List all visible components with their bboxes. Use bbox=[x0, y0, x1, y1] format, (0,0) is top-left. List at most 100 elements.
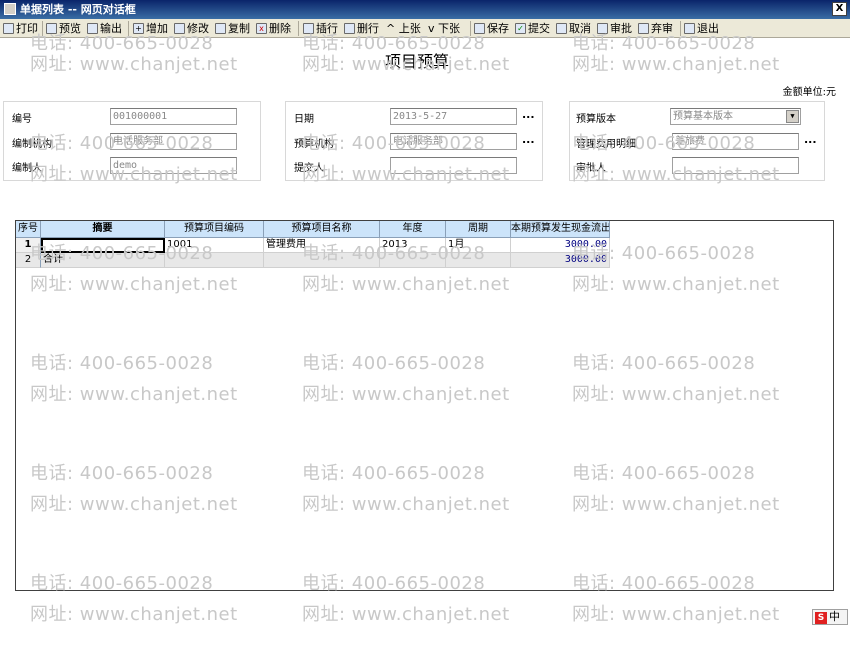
year-cell bbox=[380, 253, 446, 268]
exit-icon bbox=[684, 22, 695, 34]
page-title: 项目预算 bbox=[385, 52, 450, 71]
toolbar-separator bbox=[680, 21, 681, 36]
toolbar-separator bbox=[298, 21, 299, 36]
detail-label: 管理费用明细 bbox=[576, 139, 636, 150]
save-icon bbox=[474, 22, 485, 34]
cancel-button[interactable]: 取消 bbox=[556, 21, 591, 36]
ime-mode-label: 中 bbox=[829, 610, 840, 623]
print-button[interactable]: 打印 bbox=[3, 21, 38, 36]
approve-button[interactable]: 审批 bbox=[597, 21, 632, 36]
watermark-site: 网址: www.chanjet.net bbox=[302, 604, 510, 625]
summary-cell: 合计 bbox=[41, 253, 165, 268]
save-button[interactable]: 保存 bbox=[474, 21, 509, 36]
export-icon bbox=[87, 22, 98, 34]
summary-cell[interactable] bbox=[41, 238, 165, 253]
approver-field[interactable] bbox=[672, 157, 799, 174]
period-cell bbox=[446, 253, 511, 268]
pencil-icon bbox=[174, 22, 185, 34]
date-picker-button[interactable]: ... bbox=[522, 108, 535, 121]
row-number: 1 bbox=[16, 238, 41, 253]
window-icon bbox=[4, 3, 16, 15]
doc-no-label: 编号 bbox=[12, 114, 32, 125]
code-cell[interactable]: 1001 bbox=[165, 238, 264, 253]
exit-button[interactable]: 退出 bbox=[684, 21, 719, 36]
cancel-icon bbox=[556, 22, 567, 34]
window-title: 单据列表 -- 网页对话框 bbox=[20, 3, 136, 16]
toolbar-separator bbox=[128, 21, 129, 36]
prev-button[interactable]: ^ 上张 bbox=[386, 21, 421, 36]
amount-unit-label: 金额单位:元 bbox=[782, 87, 836, 98]
printer-icon bbox=[3, 22, 14, 34]
watermark-site: 网址: www.chanjet.net bbox=[30, 604, 238, 625]
preview-button[interactable]: 预览 bbox=[46, 21, 81, 36]
budget-grid: 序号 摘要 预算项目编码 预算项目名称 年度 周期 本期预算发生现金流出 1 1… bbox=[15, 220, 834, 591]
code-cell bbox=[165, 253, 264, 268]
doc-no-field[interactable]: 001000001 bbox=[110, 108, 237, 125]
budget-org-picker-button[interactable]: ... bbox=[522, 133, 535, 146]
submitter-label: 提交人 bbox=[294, 163, 324, 174]
form-group-version: 预算版本 预算基本版本 ▼ 管理费用明细 差旅费 ... 审批人 bbox=[569, 101, 825, 181]
submitter-field[interactable] bbox=[390, 157, 517, 174]
detail-picker-button[interactable]: ... bbox=[804, 133, 817, 146]
date-field[interactable]: 2013-5-27 bbox=[390, 108, 517, 125]
chevron-down-icon[interactable]: ▼ bbox=[786, 110, 799, 123]
header-code[interactable]: 预算项目编码 bbox=[165, 221, 264, 238]
name-cell bbox=[264, 253, 380, 268]
year-cell[interactable]: 2013 bbox=[380, 238, 446, 253]
header-no[interactable]: 序号 bbox=[16, 221, 41, 238]
detail-field[interactable]: 差旅费 bbox=[672, 133, 799, 150]
watermark-site: 网址: www.chanjet.net bbox=[572, 54, 780, 75]
header-summary[interactable]: 摘要 bbox=[41, 221, 165, 238]
preview-icon bbox=[46, 22, 57, 34]
toolbar-separator bbox=[42, 21, 43, 36]
watermark-site: 网址: www.chanjet.net bbox=[30, 54, 238, 75]
delete-button[interactable]: x 删除 bbox=[256, 21, 291, 36]
header-year[interactable]: 年度 bbox=[380, 221, 446, 238]
form-group-date: 日期 2013-5-27 ... 预算机构 电话服务部 ... 提交人 bbox=[285, 101, 543, 181]
delete-icon: x bbox=[256, 22, 267, 34]
period-cell[interactable]: 1月 bbox=[446, 238, 511, 253]
delete-row-button[interactable]: 删行 bbox=[344, 21, 379, 36]
preparer-label: 编制人 bbox=[12, 163, 42, 174]
sogou-logo-icon: S bbox=[815, 612, 827, 624]
toolbar-separator bbox=[470, 21, 471, 36]
budget-org-field[interactable]: 电话服务部 bbox=[390, 133, 517, 150]
modify-button[interactable]: 修改 bbox=[174, 21, 209, 36]
watermark-site: 网址: www.chanjet.net bbox=[572, 604, 780, 625]
add-icon: + bbox=[133, 22, 144, 34]
check-icon: ✓ bbox=[515, 22, 526, 34]
org-label: 编制机构 bbox=[12, 139, 52, 150]
next-button[interactable]: v 下张 bbox=[428, 21, 460, 36]
version-label: 预算版本 bbox=[576, 114, 616, 125]
amount-cell: 3000.00 bbox=[511, 253, 610, 268]
reject-button[interactable]: 弃审 bbox=[638, 21, 673, 36]
add-button[interactable]: + 增加 bbox=[133, 21, 168, 36]
budget-org-label: 预算机构 bbox=[294, 139, 334, 150]
copy-icon bbox=[215, 22, 226, 34]
form-group-basic: 编号 001000001 编制机构 电话服务部 编制人 demo bbox=[3, 101, 261, 181]
export-button[interactable]: 输出 bbox=[87, 21, 122, 36]
window-titlebar: 单据列表 -- 网页对话框 X bbox=[0, 0, 850, 19]
approve-icon bbox=[597, 22, 608, 34]
name-cell[interactable]: 管理费用 bbox=[264, 238, 380, 253]
row-number: 2 bbox=[16, 253, 41, 268]
header-amount[interactable]: 本期预算发生现金流出 bbox=[511, 221, 610, 238]
header-period[interactable]: 周期 bbox=[446, 221, 511, 238]
close-button[interactable]: X bbox=[832, 2, 847, 16]
version-select[interactable]: 预算基本版本 ▼ bbox=[670, 108, 801, 125]
delete-row-icon bbox=[344, 22, 355, 34]
insert-row-button[interactable]: 插行 bbox=[303, 21, 338, 36]
approver-label: 审批人 bbox=[576, 163, 606, 174]
submit-button[interactable]: ✓ 提交 bbox=[515, 21, 550, 36]
date-label: 日期 bbox=[294, 114, 314, 125]
copy-button[interactable]: 复制 bbox=[215, 21, 250, 36]
amount-cell[interactable]: 3000.00 bbox=[511, 238, 610, 253]
ime-indicator[interactable]: S中 bbox=[812, 609, 848, 625]
preparer-field[interactable]: demo bbox=[110, 157, 237, 174]
org-field[interactable]: 电话服务部 bbox=[110, 133, 237, 150]
chevron-down-icon: v bbox=[428, 22, 439, 35]
reject-icon bbox=[638, 22, 649, 34]
header-name[interactable]: 预算项目名称 bbox=[264, 221, 380, 238]
insert-row-icon bbox=[303, 22, 314, 34]
chevron-up-icon: ^ bbox=[386, 22, 399, 35]
